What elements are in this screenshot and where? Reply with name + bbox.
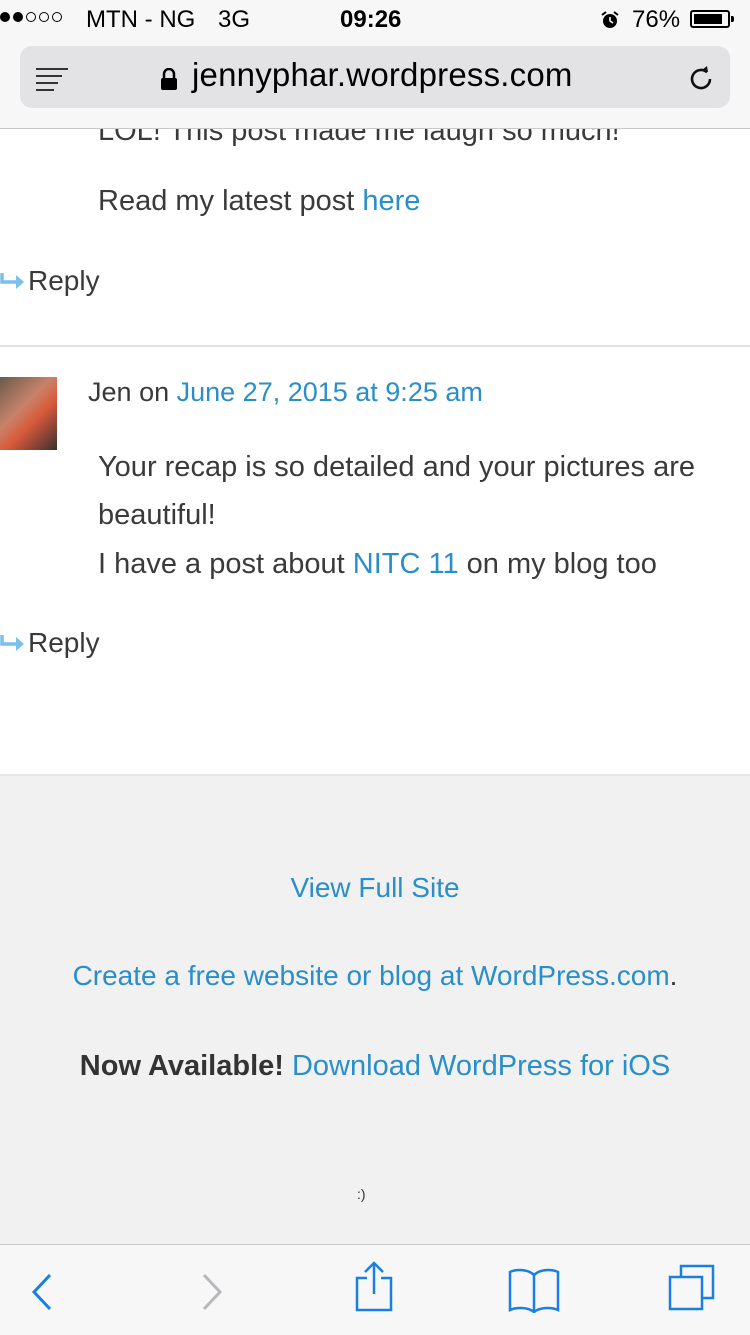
network-type: 3G [218,6,251,33]
bookmarks-button[interactable] [504,1265,564,1315]
reader-icon[interactable] [36,68,68,91]
forward-button[interactable] [182,1267,242,1317]
url-text[interactable]: jennyphar.wordpress.com [192,56,573,94]
browser-toolbar [0,1244,750,1335]
site-footer: View Full Site Create a free website or … [0,774,750,1246]
create-blog-link[interactable]: Create a free website or blog at WordPre… [73,960,670,991]
comment-author: Jen [88,377,132,407]
reply-button[interactable]: Reply [0,627,100,659]
comment-text-prefix: Read my latest post [98,185,363,217]
share-button[interactable] [344,1261,404,1312]
comment-divider [0,345,750,347]
address-bar-container: jennyphar.wordpress.com [0,40,750,129]
download-ios-link[interactable]: Download WordPress for iOS [292,1050,670,1082]
comments-section: LOL! This post made me laugh so much! Re… [0,129,750,774]
lock-icon [161,68,177,90]
create-blog-suffix: . [669,960,678,991]
forward-icon [202,1273,223,1311]
signal-dots-icon [0,12,62,22]
now-available-label: Now Available! [79,1050,284,1082]
download-line: Now Available! Download WordPress for iO… [0,1050,750,1083]
bookmarks-icon [508,1268,560,1313]
back-button[interactable] [12,1267,72,1317]
comment-line-3: I have a post about NITC 11 on my blog t… [98,548,657,581]
battery-percent: 76% [632,6,681,33]
smiley: :) [357,1186,366,1202]
view-full-site-line: View Full Site [0,872,750,904]
comment-meta: Jen on June 27, 2015 at 9:25 am [88,377,483,408]
status-bar: MTN - NG 3G 09:26 76% [0,0,750,40]
carrier-name: MTN - NG [86,6,196,33]
reply-arrow-icon [0,635,24,651]
battery-icon [690,10,734,28]
reply-arrow-icon [0,273,24,289]
comment-line-1: Your recap is so detailed and your pictu… [98,451,696,483]
latest-post-link[interactable]: here [362,185,420,217]
comment-on: on [139,377,170,407]
nitc-link[interactable]: NITC 11 [353,548,459,580]
comment-line-3-suffix: on my blog too [458,548,657,580]
comment-line-3-prefix: I have a post about [98,548,353,580]
comment-line-2: beautiful! [98,499,216,531]
tabs-icon [668,1264,715,1311]
comment-text: Read my latest post here [98,185,420,218]
comment-date-link[interactable]: June 27, 2015 at 9:25 am [177,377,483,407]
reply-label: Reply [28,265,100,296]
clock: 09:26 [340,6,402,33]
reply-label: Reply [28,627,100,658]
alarm-icon [601,11,619,28]
share-icon [355,1261,393,1312]
address-bar[interactable]: jennyphar.wordpress.com [20,46,730,108]
partial-comment-text: LOL! This post made me laugh so much! [98,129,620,147]
reload-icon[interactable] [686,64,716,94]
view-full-site-link[interactable]: View Full Site [290,872,459,903]
create-blog-line: Create a free website or blog at WordPre… [0,960,750,992]
tabs-button[interactable] [662,1263,722,1313]
reply-button[interactable]: Reply [0,265,100,297]
back-icon [31,1273,52,1311]
avatar[interactable] [0,377,57,450]
